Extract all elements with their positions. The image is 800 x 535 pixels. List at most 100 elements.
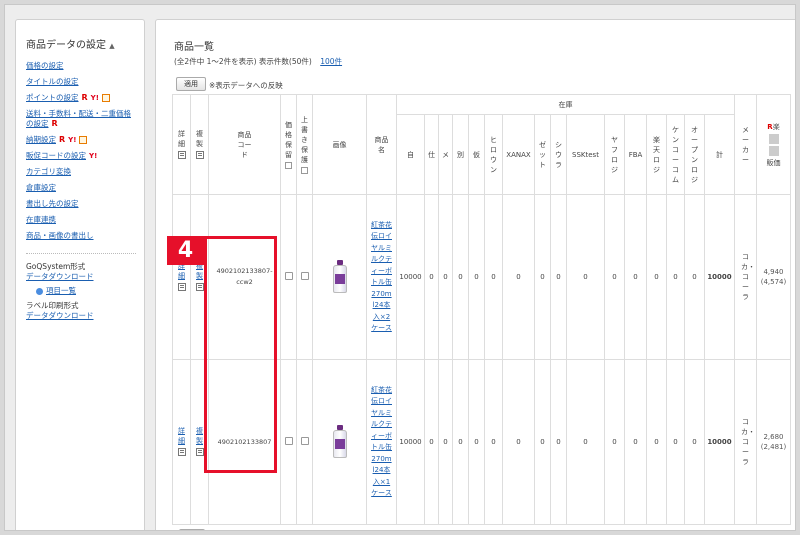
table-row: 詳細 複製 4902102133807 紅茶花伝ロイヤルミルクティーボトル缶27… (172, 359, 791, 525)
stock-cell: 0 (438, 359, 453, 525)
label-download-link[interactable]: データダウンロード (26, 311, 136, 321)
copy-cell[interactable]: 複製 (190, 359, 209, 525)
main-panel: 商品一覧 (全2件中 1〜2件を表示) 表示件数(50件) 100件 適用 ※表… (155, 19, 795, 530)
col-detail: 詳細 (172, 94, 191, 195)
stock-cell: 0 (534, 359, 551, 525)
sidebar-link-export[interactable]: 商品・画像の書出し (26, 231, 136, 241)
sidebar-link-export-target[interactable]: 書出し先の設定 (26, 199, 136, 209)
stock-cell: 10000 (396, 359, 425, 525)
product-name-link[interactable]: 紅茶花伝ロイヤルミルクティーボトル缶270ml24本入×1ケース (371, 385, 393, 500)
stock-cell: 0 (502, 194, 535, 360)
sidebar-link-price[interactable]: 価格の設定 (26, 61, 136, 71)
stock-cell: 0 (666, 359, 685, 525)
per-page-100-link[interactable]: 100件 (320, 57, 342, 66)
stock-cell: 0 (502, 359, 535, 525)
maker-name: コカ・コーラ (741, 418, 755, 466)
apply-button[interactable]: 適用 (176, 77, 206, 91)
stock-cell: 0 (484, 359, 503, 525)
edit-icon[interactable] (177, 448, 186, 456)
sidebar-link-delivery[interactable]: 納期設定 (26, 135, 56, 144)
sidebar-link-stock-sync[interactable]: 在庫連携 (26, 215, 136, 225)
product-image (312, 359, 367, 525)
detail-cell[interactable]: 詳細 (172, 194, 191, 360)
sidebar-link-delivery-row[interactable]: 納期設定 R Y! (26, 135, 136, 145)
stock-cell: 0 (684, 359, 705, 525)
stock-cell: 0 (452, 194, 469, 360)
stock-total: 10000 (704, 194, 735, 360)
stock-cell: 0 (468, 359, 485, 525)
maker-name: コカ・コーラ (741, 253, 755, 301)
col-stock-group: 在庫 (396, 94, 735, 115)
overwrite-all-checkbox[interactable] (301, 167, 308, 174)
stock-cell: 10000 (396, 194, 425, 360)
stock-cell: 0 (646, 194, 667, 360)
sidebar-link-shipping-row[interactable]: 送料・手数料・配送・二重価格の設定 R (26, 109, 138, 129)
result-count-text: (全2件中 1〜2件を表示) 表示件数(50件) (174, 57, 312, 66)
sidebar-title-text: 商品データの設定 (26, 40, 106, 51)
sidebar-link-shipping[interactable]: 送料・手数料・配送・二重価格の設定 (26, 109, 131, 128)
rakuten-icon: R (59, 135, 66, 144)
goq-format-label: GoQSystem形式 (26, 262, 86, 271)
step-number-badge: 4 (167, 236, 204, 265)
yahoo-icon: Y! (89, 152, 98, 160)
stock-cell: 0 (684, 194, 705, 360)
stock-cell: 0 (468, 194, 485, 360)
stock-cell: 0 (666, 194, 685, 360)
stock-cell: 0 (424, 359, 439, 525)
stock-cell: 0 (484, 194, 503, 360)
sidebar-link-category[interactable]: カテゴリ変換 (26, 167, 136, 177)
blurred-region (768, 145, 779, 156)
sidebar-link-promo-row[interactable]: 販促コードの設定 Y! (26, 151, 136, 161)
table-row: 詳細 複製 4902102133807-ccw2 紅茶花伝ロイヤルミルクティーボ… (172, 194, 791, 360)
edit-icon[interactable] (177, 283, 186, 291)
product-bottle-image (331, 425, 349, 459)
price-keep-checkbox[interactable] (284, 272, 293, 280)
price-keep-all-checkbox[interactable] (285, 162, 292, 169)
yahoo-icon: Y! (68, 136, 77, 144)
col-overwrite-keep: 上書き保護 (296, 94, 313, 195)
item-list-label: 項目一覧 (46, 286, 76, 295)
detail-cell[interactable]: 詳細 (172, 359, 191, 525)
copy-icon[interactable] (195, 283, 204, 291)
yahoo-icon: Y! (90, 94, 99, 102)
goq-download-link[interactable]: データダウンロード (26, 272, 136, 282)
product-name-link[interactable]: 紅茶花伝ロイヤルミルクティーボトル缶270ml24本入×2ケース (371, 220, 393, 335)
overwrite-checkbox[interactable] (300, 272, 309, 280)
copy-icon[interactable] (195, 448, 204, 456)
sidebar-link-point-row[interactable]: ポイントの設定 R Y! (26, 93, 136, 103)
col-copy: 複製 (190, 94, 209, 195)
screenshot-frame: 商品データの設定 ▲ 価格の設定 タイトルの設定 ポイントの設定 R Y! 送料・手… (4, 4, 796, 531)
col-code: 商品コード (208, 94, 281, 195)
bottom-apply-button[interactable] (179, 529, 205, 530)
label-format-label: ラベル印刷形式 (26, 301, 79, 310)
stock-cell: 0 (438, 194, 453, 360)
copy-cell[interactable]: 複製 (190, 194, 209, 360)
stock-cell: 0 (452, 359, 469, 525)
col-image: 画像 (312, 94, 367, 195)
product-bottle-image (331, 260, 349, 294)
sidebar-title[interactable]: 商品データの設定 ▲ (26, 36, 136, 51)
stock-cell: 0 (604, 194, 625, 360)
rakuten-price: 2,680 (2,481) (756, 359, 791, 525)
sidebar-link-title[interactable]: タイトルの設定 (26, 77, 136, 87)
product-image (312, 194, 367, 360)
col-name: 商品名 (366, 94, 397, 195)
stock-cell: 0 (550, 194, 567, 360)
sidebar-link-point[interactable]: ポイントの設定 (26, 93, 79, 102)
stock-cell: 0 (624, 194, 647, 360)
col-rakuten-price: R楽 販価 (756, 94, 791, 195)
sidebar-divider (26, 253, 136, 254)
store-icon (79, 136, 88, 144)
price-keep-checkbox[interactable] (284, 437, 293, 445)
stock-total: 10000 (704, 359, 735, 525)
store-icon (101, 94, 110, 102)
collapse-caret-icon[interactable]: ▲ (109, 42, 114, 50)
help-icon (36, 287, 43, 295)
item-list-link[interactable]: 項目一覧 (36, 285, 136, 296)
sidebar-link-promo[interactable]: 販促コードの設定 (26, 151, 86, 160)
sidebar-link-warehouse[interactable]: 倉庫設定 (26, 183, 136, 193)
blurred-region (768, 133, 779, 144)
stock-cell: 0 (566, 194, 605, 360)
overwrite-checkbox[interactable] (300, 437, 309, 445)
rakuten-icon: R (51, 119, 58, 128)
